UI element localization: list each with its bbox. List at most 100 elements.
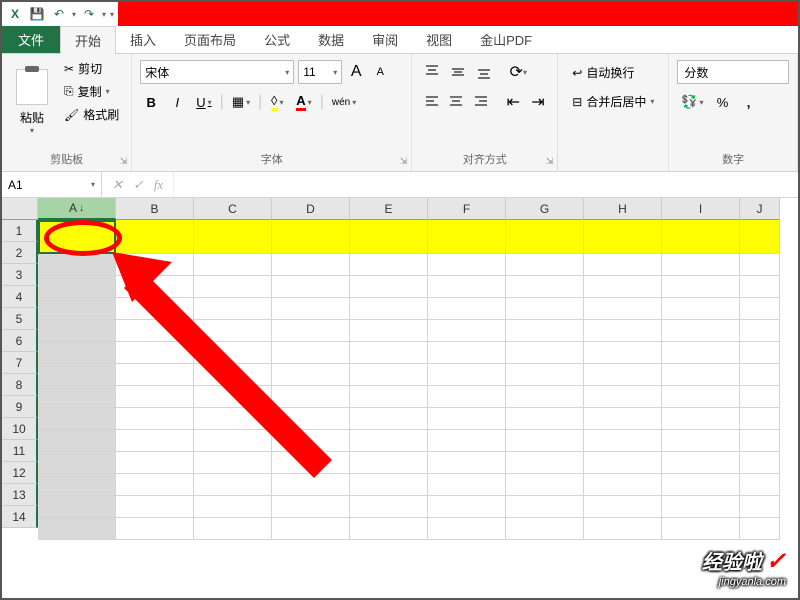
align-right-button[interactable] <box>470 90 493 114</box>
col-header-g[interactable]: G <box>506 198 584 220</box>
scissors-icon: ✂ <box>64 62 74 76</box>
title-bar-redacted <box>118 2 798 26</box>
paste-button[interactable]: 粘贴 ▾ <box>10 58 54 146</box>
tab-formulas[interactable]: 公式 <box>250 26 304 53</box>
paste-icon <box>16 69 48 105</box>
fill-icon: ◊ <box>271 93 277 111</box>
bold-button[interactable]: B <box>140 90 162 114</box>
copy-button[interactable]: ⎘复制▾ <box>60 81 123 102</box>
underline-button[interactable]: U▾ <box>192 90 215 114</box>
alignment-dialog-launcher[interactable]: ⇲ <box>546 156 554 167</box>
redo-icon[interactable]: ↷ <box>80 5 98 23</box>
tab-data[interactable]: 数据 <box>304 26 358 53</box>
ribbon: 粘贴 ▾ ✂剪切 ⎘复制▾ 🖌格式刷 剪贴板 ⇲ 宋体▾ 11▾ A A B I <box>2 54 798 172</box>
redo-dropdown[interactable]: ▾ <box>102 10 106 19</box>
increase-indent-button[interactable]: ⇥ <box>527 90 550 114</box>
align-top-button[interactable] <box>420 60 444 84</box>
undo-dropdown[interactable]: ▾ <box>72 10 76 19</box>
col-header-i[interactable]: I <box>662 198 740 220</box>
number-format-select[interactable]: 分数 <box>677 60 789 84</box>
increase-font-button[interactable]: A <box>346 60 366 84</box>
align-middle-button[interactable] <box>446 60 470 84</box>
watermark: 经验啦✓ jingyanla.com <box>702 546 786 588</box>
row-header[interactable]: 4 <box>2 286 38 308</box>
row-header[interactable]: 9 <box>2 396 38 418</box>
merge-center-button[interactable]: ⊟合并后居中▾ <box>566 89 660 114</box>
percent-button[interactable]: % <box>712 90 734 114</box>
watermark-text: 经验啦 <box>702 552 762 574</box>
font-color-button[interactable]: A▾ <box>292 90 315 114</box>
row-header[interactable]: 5 <box>2 308 38 330</box>
col-header-c[interactable]: C <box>194 198 272 220</box>
row-header[interactable]: 8 <box>2 374 38 396</box>
copy-icon: ⎘ <box>64 84 74 99</box>
decrease-indent-button[interactable]: ⇤ <box>502 90 525 114</box>
col-header-d[interactable]: D <box>272 198 350 220</box>
col-header-b[interactable]: B <box>116 198 194 220</box>
row-header[interactable]: 1 <box>2 220 38 242</box>
cut-button[interactable]: ✂剪切 <box>60 58 123 79</box>
row-headers: 1 2 3 4 5 6 7 8 9 10 11 12 13 14 <box>2 220 38 540</box>
excel-icon: X <box>6 5 24 23</box>
table-row <box>38 298 780 320</box>
currency-button[interactable]: 💱▾ <box>677 90 707 114</box>
align-center-button[interactable] <box>445 90 468 114</box>
orientation-button[interactable]: ⟳▾ <box>506 60 530 84</box>
tab-home[interactable]: 开始 <box>60 26 116 54</box>
cells-area[interactable] <box>38 220 780 540</box>
enter-formula-icon[interactable]: ✓ <box>133 177 144 193</box>
col-header-a[interactable]: A↓ <box>38 198 116 220</box>
tab-page-layout[interactable]: 页面布局 <box>170 26 250 53</box>
wrap-text-button[interactable]: ↩自动换行 <box>566 60 660 85</box>
row-header[interactable]: 3 <box>2 264 38 286</box>
comma-button[interactable]: , <box>738 90 760 114</box>
tab-view[interactable]: 视图 <box>412 26 466 53</box>
table-row <box>38 496 780 518</box>
phonetic-button[interactable]: wén▾ <box>328 90 360 114</box>
row-header[interactable]: 12 <box>2 462 38 484</box>
col-header-e[interactable]: E <box>350 198 428 220</box>
tab-file[interactable]: 文件 <box>2 26 60 53</box>
font-size-select[interactable]: 11▾ <box>298 60 342 84</box>
cancel-formula-icon[interactable]: ✕ <box>112 177 123 193</box>
decrease-font-button[interactable]: A <box>370 60 390 84</box>
tab-insert[interactable]: 插入 <box>116 26 170 53</box>
row-header[interactable]: 2 <box>2 242 38 264</box>
tab-wps-pdf[interactable]: 金山PDF <box>466 26 546 53</box>
group-number: 分数 💱▾ % , 数字 <box>669 54 798 171</box>
format-painter-button[interactable]: 🖌格式刷 <box>60 104 123 125</box>
align-left-button[interactable] <box>420 90 443 114</box>
col-header-h[interactable]: H <box>584 198 662 220</box>
row-header[interactable]: 13 <box>2 484 38 506</box>
group-label-clipboard: 剪贴板 <box>10 149 123 171</box>
table-row <box>38 276 780 298</box>
table-row <box>38 254 780 276</box>
fx-icon[interactable]: fx <box>154 177 163 193</box>
tab-review[interactable]: 审阅 <box>358 26 412 53</box>
row-header[interactable]: 6 <box>2 330 38 352</box>
row-header[interactable]: 11 <box>2 440 38 462</box>
font-name-select[interactable]: 宋体▾ <box>140 60 294 84</box>
formula-input[interactable] <box>173 172 798 197</box>
border-button[interactable]: ▦▾ <box>228 90 254 114</box>
row-header[interactable]: 14 <box>2 506 38 528</box>
fill-color-button[interactable]: ◊▾ <box>266 90 288 114</box>
currency-icon: 💱 <box>681 94 697 110</box>
watermark-url: jingyanla.com <box>702 576 786 588</box>
qat-customize[interactable]: ▾ <box>110 10 114 19</box>
group-merge: ↩自动换行 ⊟合并后居中▾ <box>558 54 669 171</box>
clipboard-dialog-launcher[interactable]: ⇲ <box>120 156 128 167</box>
col-header-f[interactable]: F <box>428 198 506 220</box>
undo-icon[interactable]: ↶ <box>50 5 68 23</box>
row-header[interactable]: 10 <box>2 418 38 440</box>
name-box[interactable]: A1▾ <box>2 172 102 197</box>
align-bottom-button[interactable] <box>472 60 496 84</box>
select-all-corner[interactable] <box>2 198 38 220</box>
font-dialog-launcher[interactable]: ⇲ <box>400 156 408 167</box>
italic-button[interactable]: I <box>166 90 188 114</box>
row-header[interactable]: 7 <box>2 352 38 374</box>
table-row <box>38 430 780 452</box>
col-header-j[interactable]: J <box>740 198 780 220</box>
cell[interactable] <box>38 220 116 254</box>
save-icon[interactable]: 💾 <box>28 5 46 23</box>
